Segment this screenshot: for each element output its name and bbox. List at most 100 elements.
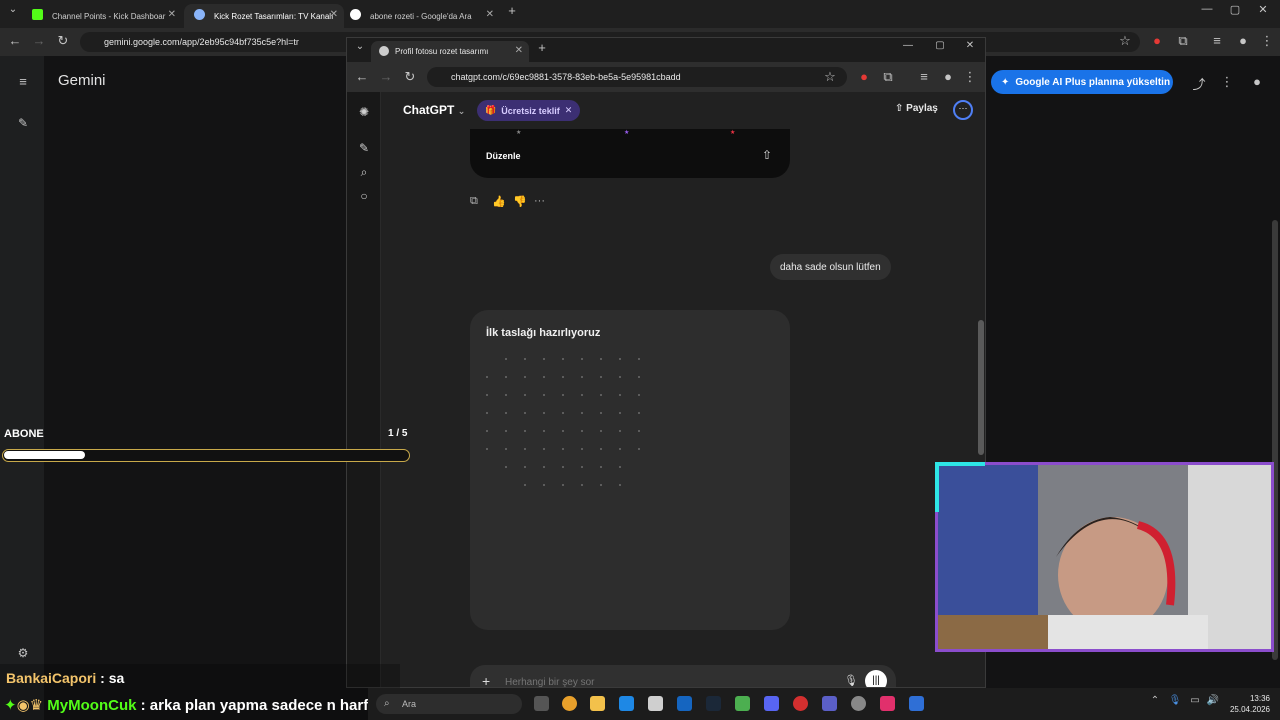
discord-icon[interactable]	[764, 696, 779, 711]
store-icon[interactable]	[648, 696, 663, 711]
teams-icon[interactable]	[822, 696, 837, 711]
profile-icon[interactable]: ●	[1234, 33, 1252, 48]
network-icon[interactable]: ▭	[1186, 695, 1204, 706]
more-options-button[interactable]: ···	[953, 100, 973, 120]
close-icon[interactable]: ✕	[565, 105, 573, 116]
vscode-icon[interactable]	[909, 696, 924, 711]
taskbar-search[interactable]: ⌕ Ara	[376, 694, 522, 714]
loading-dot	[524, 394, 526, 396]
free-offer-chip[interactable]: 🎁 Ücretsiz teklif ✕	[477, 100, 581, 121]
extension-red-icon[interactable]: ●	[855, 69, 873, 84]
edit-button[interactable]: Düzenle	[486, 151, 521, 161]
forward-icon[interactable]: →	[30, 33, 48, 48]
maximize-icon[interactable]: ▢	[1226, 3, 1244, 16]
profile-icon[interactable]: ●	[939, 69, 957, 84]
media-icon[interactable]: ≡	[915, 69, 933, 84]
chat-bubble-icon[interactable]: ○	[357, 189, 371, 203]
tab-list-icon[interactable]: ⌄	[351, 41, 369, 52]
chat-message: BankaiCapori : sa	[6, 670, 124, 686]
volume-icon[interactable]: 🔊	[1204, 695, 1222, 706]
hamburger-menu-icon[interactable]: ≡	[14, 74, 32, 89]
reload-icon[interactable]: ↻	[54, 33, 72, 49]
upgrade-button[interactable]: ✦ Google AI Plus planına yükseltin	[991, 70, 1173, 94]
bookmark-star-icon[interactable]: ☆	[1116, 33, 1134, 49]
front-toolbar: ← → ↻ chatgpt.com/c/69ec9881-3578-83eb-b…	[347, 62, 985, 92]
download-icon[interactable]: ⇧	[762, 148, 772, 162]
close-tab-icon[interactable]: ✕	[168, 9, 176, 20]
system-clock[interactable]: 13:36 25.04.2026	[1230, 693, 1270, 715]
tab-google-search[interactable]: abone rozeti - Google'da Ara ✕	[340, 4, 500, 28]
instagram-icon[interactable]	[880, 696, 895, 711]
address-bar[interactable]: chatgpt.com/c/69ec9881-3578-83eb-be5a-5e…	[427, 67, 847, 87]
steam-icon[interactable]	[706, 696, 721, 711]
message-actions: ⧉ 👍 👎 ···	[470, 195, 560, 211]
tab-profile-badge[interactable]: Profil fotosu rozet tasarımı ✕	[371, 41, 529, 62]
chat-scrollbar[interactable]	[978, 320, 984, 455]
chat-header: ChatGPT ⌄ 🎁 Ücretsiz teklif ✕ ⇧ Paylaş ·…	[381, 92, 985, 130]
close-tab-icon[interactable]: ✕	[486, 9, 494, 20]
tab-kick-rozet[interactable]: Kick Rozet Tasarımları: TV Kanalı ✕	[184, 4, 344, 28]
tab-list-icon[interactable]: ⌄	[4, 4, 22, 15]
menu-icon[interactable]: ⋮	[1258, 33, 1276, 49]
close-window-icon[interactable]: ✕	[961, 40, 979, 51]
maximize-icon[interactable]: ▢	[931, 40, 949, 51]
crown-badge-icon: ♛	[29, 697, 44, 714]
loading-dot	[486, 412, 488, 414]
minimize-icon[interactable]: —	[1198, 3, 1216, 15]
more-options-icon[interactable]: ⋮	[1218, 74, 1236, 90]
back-icon[interactable]: ←	[353, 69, 371, 84]
new-chat-icon[interactable]: ✎	[14, 116, 32, 130]
task-view-icon[interactable]	[534, 696, 549, 711]
back-icon[interactable]: ←	[6, 33, 24, 48]
close-window-icon[interactable]: ✕	[1254, 3, 1272, 16]
extensions-icon[interactable]: ⧉	[1174, 33, 1192, 49]
loading-dot	[543, 484, 545, 486]
openai-logo-icon[interactable]: ✺	[357, 105, 371, 119]
forward-icon[interactable]: →	[377, 69, 395, 84]
loading-dot	[543, 358, 545, 360]
loading-dot	[505, 430, 507, 432]
new-tab-icon[interactable]: +	[503, 3, 521, 18]
bookmark-star-icon[interactable]: ☆	[821, 69, 839, 85]
share-button[interactable]: ⇧ Paylaş	[895, 103, 938, 114]
close-tab-icon[interactable]: ✕	[330, 9, 338, 20]
search-icon[interactable]: ⌕	[357, 165, 371, 179]
minecraft-icon[interactable]	[735, 696, 750, 711]
loading-dot	[600, 394, 602, 396]
chatgpt-app-icon[interactable]	[851, 696, 866, 711]
new-tab-icon[interactable]: +	[533, 40, 551, 55]
more-horizontal-icon[interactable]: ···	[534, 195, 545, 207]
account-avatar-icon[interactable]: ●	[1248, 74, 1266, 89]
loading-dot	[619, 448, 621, 450]
attach-plus-icon[interactable]: +	[482, 673, 490, 687]
chrome-icon[interactable]	[562, 696, 577, 711]
share-icon[interactable]: ⤴	[1190, 74, 1208, 93]
thumbs-down-icon[interactable]: 👎	[513, 195, 527, 208]
tab-channel-points[interactable]: Channel Points - Kick Dashboar ✕	[22, 4, 182, 28]
copy-icon[interactable]: ⧉	[470, 195, 478, 208]
reload-icon[interactable]: ↻	[401, 69, 419, 85]
extension-red-icon[interactable]: ●	[1148, 33, 1166, 48]
monitor-app-icon[interactable]	[619, 696, 634, 711]
mic-tray-icon[interactable]: 🎙	[1166, 695, 1184, 706]
new-chat-icon[interactable]: ✎	[357, 141, 371, 155]
file-explorer-icon[interactable]	[590, 696, 605, 711]
app-red-icon[interactable]	[793, 696, 808, 711]
close-tab-icon[interactable]: ✕	[515, 45, 523, 56]
prompt-input[interactable]	[505, 677, 805, 687]
extensions-icon[interactable]: ⧉	[879, 69, 897, 85]
badge-icon: ◉	[16, 697, 30, 714]
tray-chevron-icon[interactable]: ⌃	[1146, 695, 1164, 706]
microphone-icon[interactable]: 🎙	[844, 674, 858, 687]
media-icon[interactable]: ≡	[1208, 33, 1226, 48]
minimize-icon[interactable]: —	[899, 40, 917, 51]
settings-icon[interactable]: ⚙	[14, 646, 32, 660]
badge-thumb-icon: ★	[730, 130, 736, 136]
menu-icon[interactable]: ⋮	[961, 69, 979, 85]
model-selector[interactable]: ChatGPT ⌄	[403, 103, 465, 117]
thumbs-up-icon[interactable]: 👍	[492, 195, 506, 208]
loading-dot	[524, 412, 526, 414]
voice-mode-icon[interactable]: |||	[865, 670, 887, 687]
gemini-sidebar: ≡ ✎ ⚙	[0, 56, 44, 720]
mail-icon[interactable]	[677, 696, 692, 711]
